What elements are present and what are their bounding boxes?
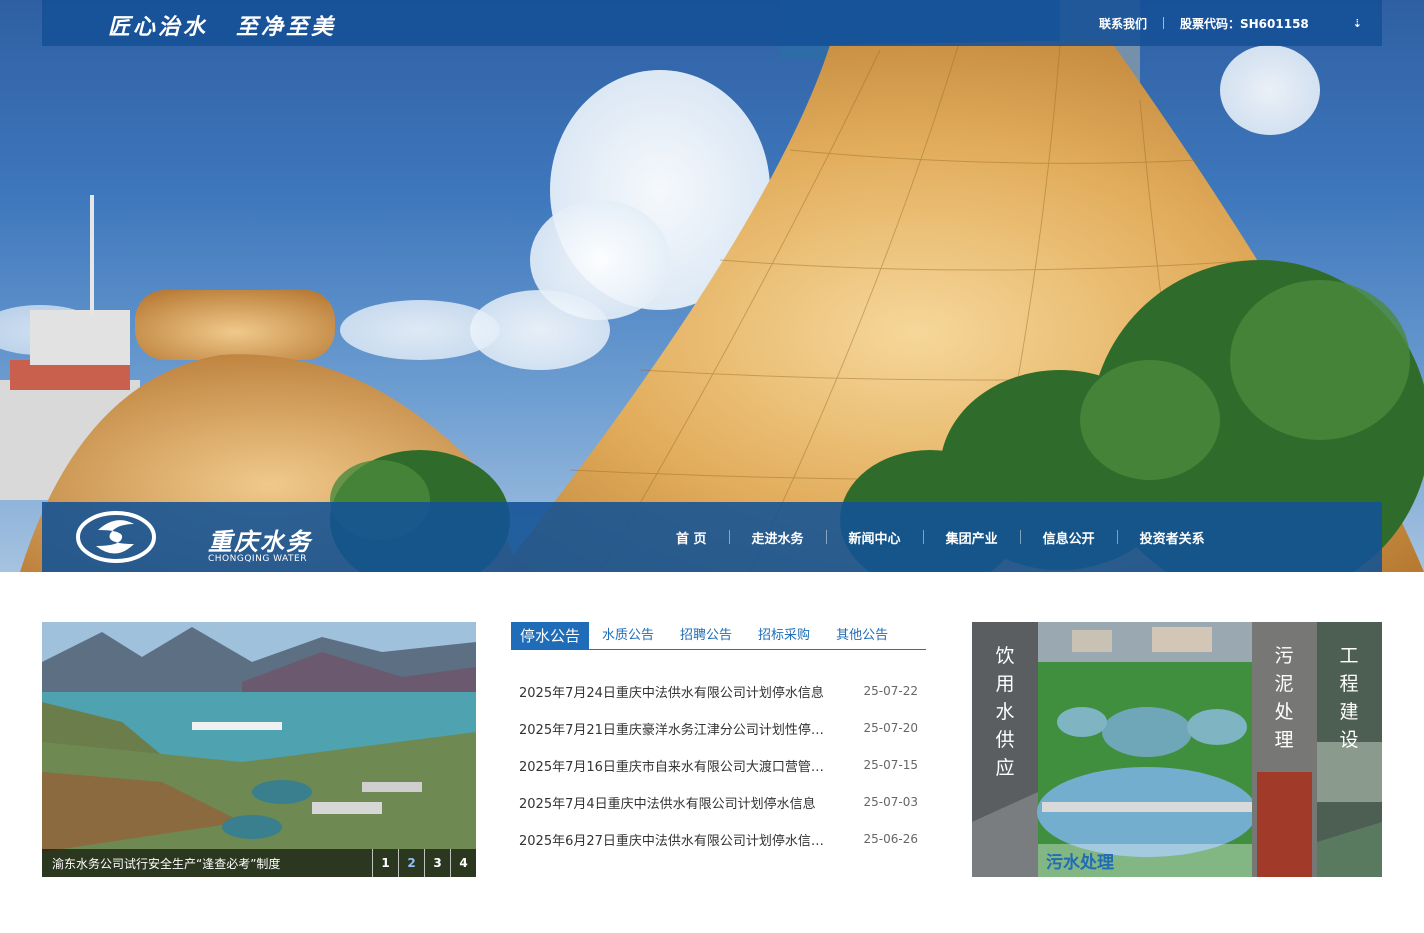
sewage-treatment-text: 污水处理	[1046, 853, 1114, 873]
char: 泥	[1274, 673, 1294, 695]
char: 应	[995, 757, 1015, 779]
engineering-construction-label[interactable]: 工 程 建 设	[1335, 642, 1363, 754]
caption-bar: 渝东水务公司试行安全生产“逢查必考”制度 1 2 3 4	[42, 849, 476, 877]
hero-image	[0, 0, 1424, 572]
char: 污	[1274, 645, 1294, 667]
notice-title[interactable]: 2025年7月4日重庆中法供水有限公司计划停水信息	[519, 793, 835, 812]
business-images	[972, 622, 1382, 877]
logo-chinese-name: 重庆水务	[208, 527, 312, 556]
nav-item-news[interactable]: 新闻中心	[827, 528, 923, 547]
tab-recruitment[interactable]: 招聘公告	[667, 622, 745, 650]
slider-pager: 1 2 3 4	[372, 849, 476, 877]
contact-link[interactable]: 联系我们	[1099, 15, 1147, 32]
notice-title[interactable]: 2025年7月21日重庆豪洋水务江津分公司计划性停水…	[519, 719, 835, 738]
nav-item-about[interactable]: 走进水务	[730, 528, 826, 547]
main-nav-bar: 重庆水务 CHONGQING WATER 首 页 走进水务 新闻中心 集团产业 …	[42, 502, 1382, 572]
pager-button-4[interactable]: 4	[450, 849, 476, 877]
double-chevron-down-icon[interactable]: ⇣	[1353, 17, 1362, 30]
notice-date: 25-07-20	[863, 721, 918, 735]
slogan: 匠心治水 至净至美	[108, 9, 336, 41]
slogan-part-1: 匠心治水	[108, 15, 209, 40]
tab-other[interactable]: 其他公告	[823, 622, 901, 650]
nav-menu: 首 页 走进水务 新闻中心 集团产业 信息公开 投资者关系	[654, 502, 1227, 572]
tab-water-quality[interactable]: 水质公告	[589, 622, 667, 650]
nav-item-home[interactable]: 首 页	[654, 528, 729, 547]
notice-title[interactable]: 2025年6月27日重庆中法供水有限公司计划停水信息…	[519, 830, 835, 849]
char: 建	[1339, 701, 1359, 723]
sludge-treatment-label[interactable]: 污 泥 处 理	[1270, 642, 1298, 754]
business-panel: 饮 用 水 供 应 污水处理 污 泥 处 理 工 程 建 设	[972, 622, 1382, 877]
news-slider[interactable]: 渝东水务公司试行安全生产“逢查必考”制度 1 2 3 4	[42, 622, 476, 877]
notice-title[interactable]: 2025年7月16日重庆市自来水有限公司大渡口营管所…	[519, 756, 835, 775]
pager-button-1[interactable]: 1	[372, 849, 398, 877]
tab-water-outage[interactable]: 停水公告	[511, 622, 590, 650]
hero-banner: 匠心治水 至净至美 联系我们 股票代码：SH601158 ⇣ 重庆水务 CHONG…	[0, 0, 1424, 572]
list-item[interactable]: 2025年7月16日重庆市自来水有限公司大渡口营管所… 25-07-15	[511, 752, 926, 789]
top-bar: 匠心治水 至净至美 联系我们 股票代码：SH601158 ⇣	[42, 0, 1382, 46]
notice-date: 25-07-22	[863, 684, 918, 698]
sewage-treatment-label[interactable]: 污水处理	[1038, 844, 1252, 877]
slogan-part-2: 至净至美	[236, 15, 337, 40]
divider	[1162, 17, 1164, 29]
notice-list: 2025年7月24日重庆中法供水有限公司计划停水信息 25-07-22 2025…	[511, 678, 926, 863]
char: 水	[995, 701, 1015, 723]
drinking-water-supply-label[interactable]: 饮 用 水 供 应	[991, 642, 1019, 782]
notices-panel: 停水公告 水质公告 招聘公告 招标采购 其他公告 2025年7月24日重庆中法供…	[511, 622, 926, 877]
notice-date: 25-07-03	[863, 795, 918, 809]
logo-emblem	[76, 511, 156, 563]
logo-english-name: CHONGQING WATER	[208, 554, 307, 564]
notice-title[interactable]: 2025年7月24日重庆中法供水有限公司计划停水信息	[519, 682, 835, 701]
char: 处	[1274, 701, 1294, 723]
char: 程	[1339, 673, 1359, 695]
char: 供	[995, 729, 1015, 751]
pager-button-2[interactable]: 2	[398, 849, 424, 877]
char: 工	[1339, 645, 1359, 667]
nav-item-investors[interactable]: 投资者关系	[1118, 528, 1227, 547]
notice-date: 25-06-26	[863, 832, 918, 846]
notice-tabs: 停水公告 水质公告 招聘公告 招标采购 其他公告	[511, 622, 926, 650]
char: 设	[1339, 729, 1359, 751]
logo[interactable]: 重庆水务 CHONGQING WATER	[76, 510, 310, 564]
tab-procurement[interactable]: 招标采购	[745, 622, 823, 650]
news-caption[interactable]: 渝东水务公司试行安全生产“逢查必考”制度	[52, 855, 280, 872]
notice-date: 25-07-15	[863, 758, 918, 772]
list-item[interactable]: 2025年7月24日重庆中法供水有限公司计划停水信息 25-07-22	[511, 678, 926, 715]
stock-code: 股票代码：SH601158	[1179, 16, 1309, 31]
pager-button-3[interactable]: 3	[424, 849, 450, 877]
top-links: 联系我们 股票代码：SH601158 ⇣	[1099, 0, 1362, 46]
char: 用	[995, 673, 1015, 695]
char: 饮	[995, 645, 1015, 667]
list-item[interactable]: 2025年7月4日重庆中法供水有限公司计划停水信息 25-07-03	[511, 789, 926, 826]
news-photo	[42, 622, 476, 877]
list-item[interactable]: 2025年7月21日重庆豪洋水务江津分公司计划性停水… 25-07-20	[511, 715, 926, 752]
nav-item-industry[interactable]: 集团产业	[924, 528, 1020, 547]
list-item[interactable]: 2025年6月27日重庆中法供水有限公司计划停水信息… 25-06-26	[511, 826, 926, 863]
char: 理	[1274, 729, 1294, 751]
nav-item-disclosure[interactable]: 信息公开	[1021, 528, 1117, 547]
